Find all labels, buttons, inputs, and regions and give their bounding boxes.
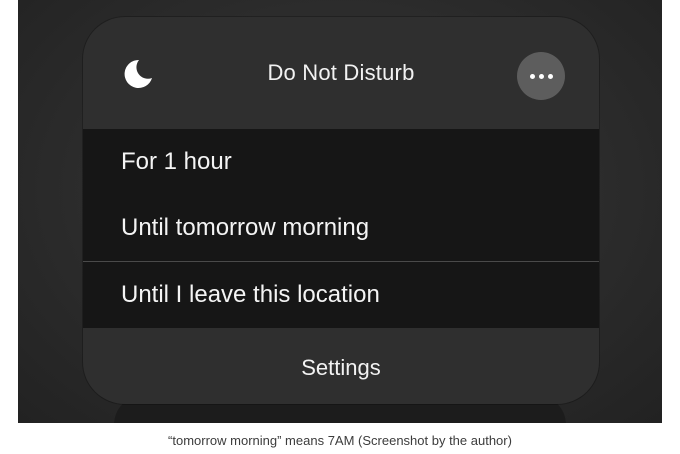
option-label: Until I leave this location	[121, 281, 380, 308]
image-caption: “tomorrow morning” means 7AM (Screenshot…	[168, 433, 512, 448]
settings-label: Settings	[301, 355, 381, 380]
ellipsis-icon-dot	[547, 73, 553, 79]
settings-button[interactable]: Settings	[83, 328, 599, 404]
duration-options: For 1 hour Until tomorrow morning Until …	[83, 129, 599, 328]
option-until-tomorrow-morning[interactable]: Until tomorrow morning	[83, 195, 599, 261]
option-label: For 1 hour	[121, 148, 232, 175]
ellipsis-icon-dot	[529, 73, 535, 79]
screenshot: Do Not Disturb For 1 hour Until tomorrow…	[18, 0, 662, 423]
option-label: Until tomorrow morning	[121, 214, 370, 241]
ellipsis-icon-dot	[538, 73, 544, 79]
option-for-1-hour[interactable]: For 1 hour	[83, 129, 599, 195]
option-until-leave-location[interactable]: Until I leave this location	[83, 262, 599, 328]
more-options-button[interactable]	[517, 52, 565, 100]
panel-header: Do Not Disturb	[83, 17, 599, 129]
do-not-disturb-panel: Do Not Disturb For 1 hour Until tomorrow…	[83, 17, 599, 404]
